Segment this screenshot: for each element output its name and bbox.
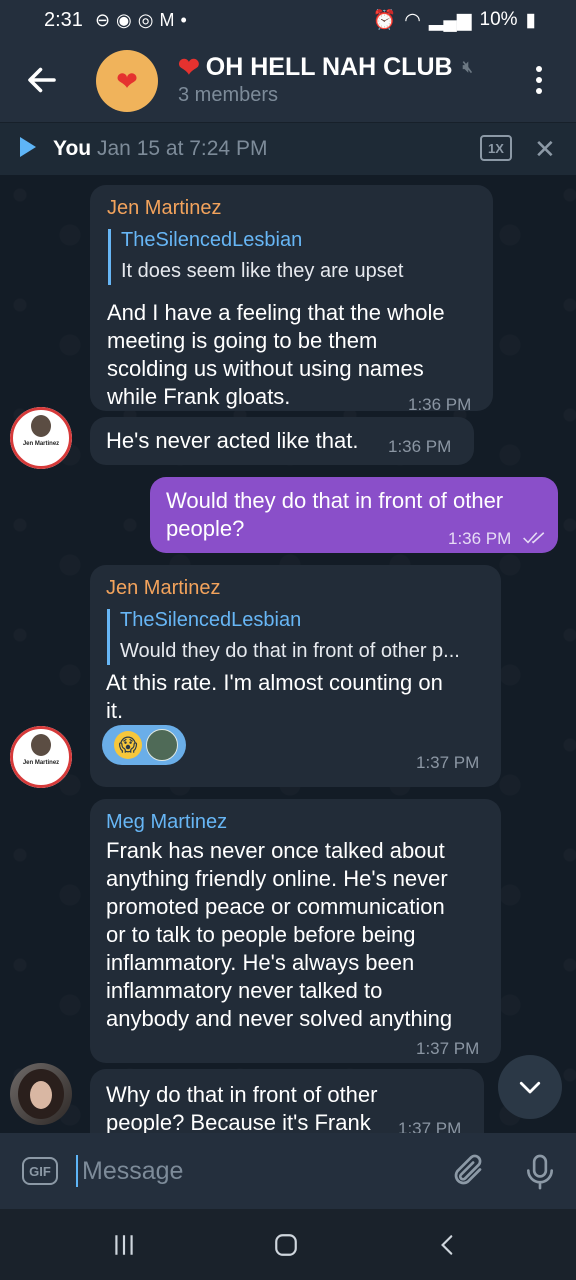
messenger-icon: ◉ [116,9,132,30]
audio-player-bar[interactable]: You Jan 15 at 7:24 PM 1X ✕ [0,122,576,175]
avatar[interactable]: Jen Martinez [10,407,72,469]
signal-icon: ▂▄▆ [428,9,472,31]
play-icon[interactable] [20,137,36,157]
reply-author: TheSilencedLesbian [121,229,303,251]
sender-name: Jen Martinez [106,577,221,599]
player-author: You [53,137,92,160]
group-title: OH HELL NAH CLUB [205,53,453,81]
reactor-avatar [146,729,178,761]
reply-text: Would they do that in front of other p..… [120,640,460,662]
message-bubble[interactable]: Why do that in front of other people? Bec… [90,1069,484,1133]
notification-icons: ⊖ ◉ ◎ M • [95,10,187,31]
double-check-icon [523,532,545,544]
reply-quote[interactable]: TheSilencedLesbian It does seem like the… [108,229,491,285]
status-right: ⏰ ◠ ▂▄▆ 10% ▮ [373,8,536,32]
status-time: 2:31 [44,8,83,31]
wifi-icon: ◠ [404,9,421,31]
more-vertical-icon[interactable] [528,62,550,98]
muted-icon: 🔇︎ [462,58,473,76]
heart-icon: ❤ [116,65,138,96]
status-bar: 2:31 ⊖ ◉ ◎ M • ⏰ ◠ ▂▄▆ 10% ▮ [0,0,576,40]
gif-button[interactable]: GIF [22,1157,58,1185]
playback-speed-button[interactable]: 1X [480,135,512,161]
message-time: 1:37 PM [398,1119,462,1133]
arrow-left-icon[interactable] [24,62,60,98]
message-time: 1:36 PM [408,395,472,414]
message-bubble[interactable]: Meg Martinez Frank has never once talked… [90,799,501,1063]
reply-text: It does seem like they are upset [121,260,404,282]
message-bubble[interactable]: Jen Martinez TheSilencedLesbian Would th… [90,565,501,787]
dnd-icon: ⊖ [94,9,111,30]
alarm-icon: ⏰ [372,10,397,31]
message-time: 1:37 PM [416,753,480,772]
reply-quote[interactable]: TheSilencedLesbian Would they do that in… [107,609,495,665]
member-count: 3 members [178,84,279,106]
message-bubble[interactable]: He's never acted like that. 1:36 PM [90,417,474,465]
avatar[interactable] [10,1063,72,1125]
message-composer: GIF [0,1133,576,1209]
system-navigation-bar [0,1209,576,1280]
avatar[interactable]: Jen Martinez [10,726,72,788]
message-text: At this rate. I'm almost counting on it. [106,670,443,723]
reply-author: TheSilencedLesbian [120,609,302,631]
sender-name: Jen Martinez [107,197,222,219]
message-text: Frank has never once talked about anythin… [106,838,453,1031]
outgoing-message-bubble[interactable]: Would they do that in front of other peop… [150,477,558,553]
home-icon[interactable] [266,1227,306,1263]
microphone-icon[interactable] [522,1153,558,1191]
group-avatar[interactable]: ❤ [96,50,158,112]
dot-icon: • [180,9,187,30]
battery-level: 10% [479,9,518,30]
sender-name: Meg Martinez [106,811,228,833]
message-list[interactable]: Jen Martinez TheSilencedLesbian It does … [0,175,576,1133]
battery-icon: ▮ [525,9,536,31]
player-date: Jan 15 at 7:24 PM [97,137,268,160]
close-icon[interactable]: ✕ [534,134,556,165]
heart-emoji-icon: ❤ [178,52,200,82]
chevron-down-icon [519,1081,541,1094]
message-time: 1:37 PM [416,1039,480,1058]
paperclip-icon[interactable] [450,1153,486,1189]
message-text: He's never acted like that. [106,428,359,453]
chat-header: ❤ ❤ OH HELL NAH CLUB 🔇︎ 3 members [0,40,576,122]
message-input[interactable] [76,1155,442,1187]
message-bubble[interactable]: Jen Martinez TheSilencedLesbian It does … [90,185,493,414]
gmail-icon: M [159,9,175,30]
shocked-face-icon: 😱︎ [114,731,142,759]
instagram-icon: ◎ [137,9,154,30]
message-time: 1:36 PM [448,529,512,548]
recent-apps-icon[interactable] [104,1227,144,1263]
reaction-chip[interactable]: 😱︎ [102,725,186,765]
back-nav-icon[interactable] [428,1227,468,1263]
scroll-to-bottom-button[interactable] [498,1055,562,1119]
group-title-row[interactable]: ❤ OH HELL NAH CLUB 🔇︎ [178,52,473,83]
message-time: 1:36 PM [388,437,452,456]
